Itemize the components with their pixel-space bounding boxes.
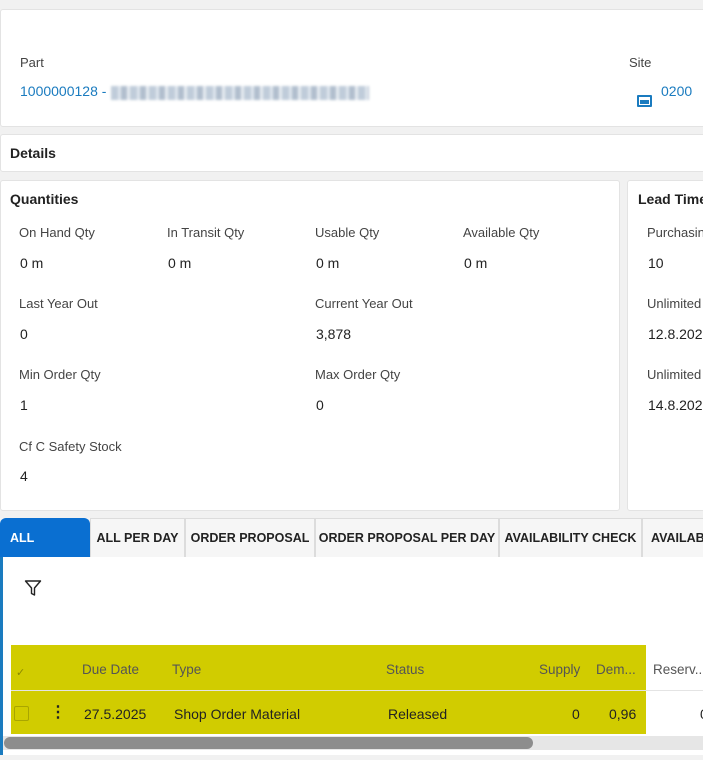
part-number-link[interactable]: 1000000128 -	[20, 83, 106, 99]
column-header-supply[interactable]: Supply	[539, 662, 580, 677]
quantities-card: Quantities On Hand Qty 0 m In Transit Qt…	[0, 180, 620, 511]
site-value-link[interactable]: 0200	[661, 83, 692, 99]
column-header-demand[interactable]: Dem...	[596, 662, 636, 677]
details-title: Details	[10, 145, 56, 161]
min-order-qty-value: 1	[20, 397, 28, 413]
header-divider	[11, 690, 703, 691]
tab-bar: ALL ALL PER DAY ORDER PROPOSAL ORDER PRO…	[0, 518, 703, 557]
cell-type: Shop Order Material	[174, 706, 301, 722]
tab-all-per-day[interactable]: ALL PER DAY	[90, 518, 185, 557]
tab-availability-more[interactable]: AVAILAB	[642, 518, 703, 557]
on-hand-qty-label: On Hand Qty	[19, 225, 95, 240]
unlimited-2-value: 14.8.2025	[648, 397, 703, 413]
column-header-type[interactable]: Type	[172, 662, 201, 677]
cell-due-date: 27.5.2025	[84, 706, 147, 722]
part-header-card: Part 1000000128 - Site 0200	[0, 9, 703, 127]
site-label: Site	[629, 55, 652, 70]
column-header-reserved[interactable]: Reserv...	[653, 662, 703, 677]
tab-availability-check[interactable]: AVAILABILITY CHECK	[499, 518, 642, 557]
tab-order-proposal[interactable]: ORDER PROPOSAL	[185, 518, 315, 557]
quantities-title: Quantities	[10, 191, 79, 207]
max-order-qty-value: 0	[316, 397, 324, 413]
row-select-checkbox[interactable]	[14, 706, 29, 721]
row-actions-kebab-icon[interactable]: ⋮	[50, 702, 66, 722]
unlimited-1-label: Unlimited	[647, 296, 702, 311]
usable-qty-label: Usable Qty	[315, 225, 380, 240]
details-section[interactable]: Details	[0, 134, 703, 172]
current-year-out-value: 3,878	[316, 326, 352, 342]
part-description-redacted	[111, 86, 369, 100]
purchasing-value: 10	[648, 255, 664, 271]
min-order-qty-label: Min Order Qty	[19, 367, 101, 382]
max-order-qty-label: Max Order Qty	[315, 367, 401, 382]
usable-qty-value: 0 m	[316, 255, 340, 271]
current-year-out-label: Current Year Out	[315, 296, 413, 311]
site-icon	[637, 95, 652, 107]
tab-all[interactable]: ALL	[0, 518, 90, 557]
cell-supply: 0	[572, 706, 580, 722]
part-label: Part	[20, 55, 44, 70]
on-hand-qty-value: 0 m	[20, 255, 44, 271]
available-qty-label: Available Qty	[463, 225, 540, 240]
in-transit-qty-value: 0 m	[168, 255, 192, 271]
last-year-out-label: Last Year Out	[19, 296, 98, 311]
tab-order-proposal-per-day[interactable]: ORDER PROPOSAL PER DAY	[315, 518, 499, 557]
available-qty-value: 0 m	[464, 255, 488, 271]
safety-stock-value: 4	[20, 468, 28, 484]
column-header-status[interactable]: Status	[386, 662, 424, 677]
unlimited-1-value: 12.8.2025	[648, 326, 703, 342]
horizontal-scrollbar-thumb[interactable]	[4, 737, 533, 749]
in-transit-qty-label: In Transit Qty	[167, 225, 245, 240]
last-year-out-value: 0	[20, 326, 28, 342]
purchasing-label: Purchasin	[647, 225, 703, 240]
lead-times-card: Lead Time Purchasin 10 Unlimited 12.8.20…	[627, 180, 703, 511]
column-header-due-date[interactable]: Due Date	[82, 662, 139, 677]
cell-demand: 0,96	[609, 706, 637, 722]
select-all-checkmark-icon[interactable]: ✓	[16, 666, 25, 679]
cell-status: Released	[388, 706, 448, 722]
safety-stock-label: Cf C Safety Stock	[19, 439, 122, 454]
unlimited-2-label: Unlimited	[647, 367, 702, 382]
lead-times-title: Lead Time	[638, 191, 703, 207]
filter-icon[interactable]	[24, 579, 42, 597]
